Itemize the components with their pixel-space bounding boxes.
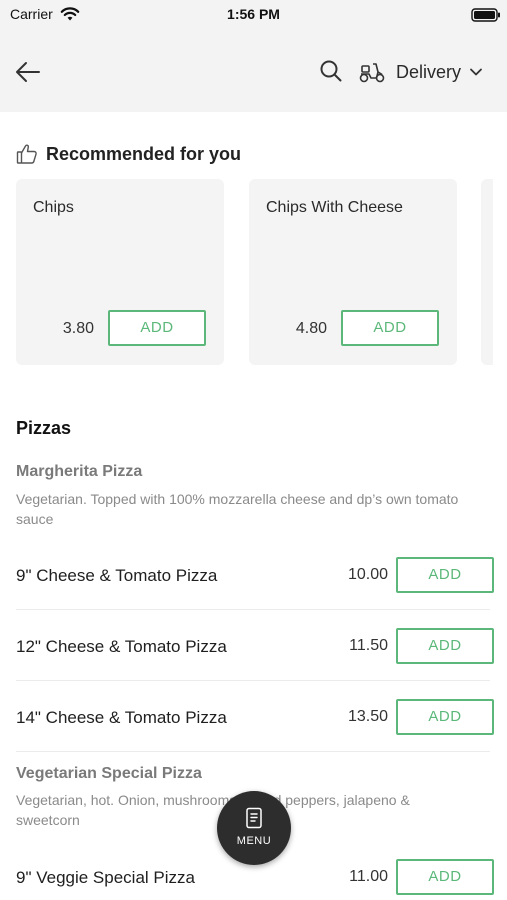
search-icon: [320, 60, 342, 82]
recommended-item-price: 3.80: [62, 320, 94, 337]
menu-card-icon: [246, 807, 262, 829]
menu-item-price: 11.00: [349, 868, 388, 885]
divider: [16, 680, 490, 681]
menu-item-name: 9" Cheese & Tomato Pizza: [16, 566, 218, 585]
delivery-selector[interactable]: Delivery: [358, 58, 483, 86]
menu-item-name: 9" Veggie Special Pizza: [16, 868, 195, 887]
recommended-item-name: Chips With Cheese: [266, 199, 403, 216]
menu-item-price: 11.50: [349, 637, 388, 654]
scooter-icon: [359, 63, 385, 83]
add-button[interactable]: ADD: [396, 628, 494, 664]
menu-fab-button[interactable]: MENU: [217, 791, 291, 865]
add-button[interactable]: ADD: [396, 557, 494, 593]
group-title: Vegetarian Special Pizza: [16, 765, 202, 782]
recommended-title: Recommended for you: [46, 143, 242, 164]
back-button[interactable]: [12, 56, 44, 88]
recommended-card: Chips With Cheese 4.80 ADD: [249, 179, 457, 365]
menu-item-row: 9" Cheese & Tomato Pizza 10.00 ADD: [16, 557, 494, 597]
group-title: Margherita Pizza: [16, 463, 143, 480]
menu-item-row: 12" Cheese & Tomato Pizza 11.50 ADD: [16, 628, 494, 668]
add-button[interactable]: ADD: [341, 310, 439, 346]
recommended-header: Recommended for you: [16, 143, 241, 165]
divider: [16, 751, 490, 752]
recommended-item-price: 4.80: [295, 320, 327, 337]
status-time: 1:56 PM: [227, 6, 280, 22]
recommended-card-peek[interactable]: [481, 179, 493, 365]
menu-item-price: 10.00: [347, 566, 388, 583]
add-button[interactable]: ADD: [108, 310, 206, 346]
group-description: Vegetarian. Topped with 100% mozzarella …: [16, 491, 459, 527]
arrow-left-icon: [16, 62, 40, 82]
status-bar: Carrier 1:56 PM: [0, 0, 507, 30]
divider: [16, 609, 490, 610]
search-button[interactable]: [318, 58, 344, 84]
menu-item-name: 12" Cheese & Tomato Pizza: [16, 637, 227, 656]
category-title: Pizzas: [16, 418, 72, 438]
thumbs-up-icon: [16, 144, 37, 164]
app-header: Delivery: [0, 30, 507, 112]
delivery-label: Delivery: [396, 61, 462, 82]
battery-icon: [471, 8, 501, 27]
menu-item-row: 14" Cheese & Tomato Pizza 13.50 ADD: [16, 699, 494, 739]
menu-item-price: 13.50: [347, 708, 388, 725]
add-button[interactable]: ADD: [396, 699, 494, 735]
menu-item-row: 9" Veggie Special Pizza 11.00 ADD: [16, 859, 494, 899]
menu-item-name: 14" Cheese & Tomato Pizza: [16, 708, 227, 727]
add-button[interactable]: ADD: [396, 859, 494, 895]
chevron-down-icon: [470, 68, 482, 76]
recommended-item-name: Chips: [33, 199, 74, 216]
recommended-card: Chips 3.80 ADD: [16, 179, 224, 365]
menu-fab-label: MENU: [236, 835, 272, 847]
